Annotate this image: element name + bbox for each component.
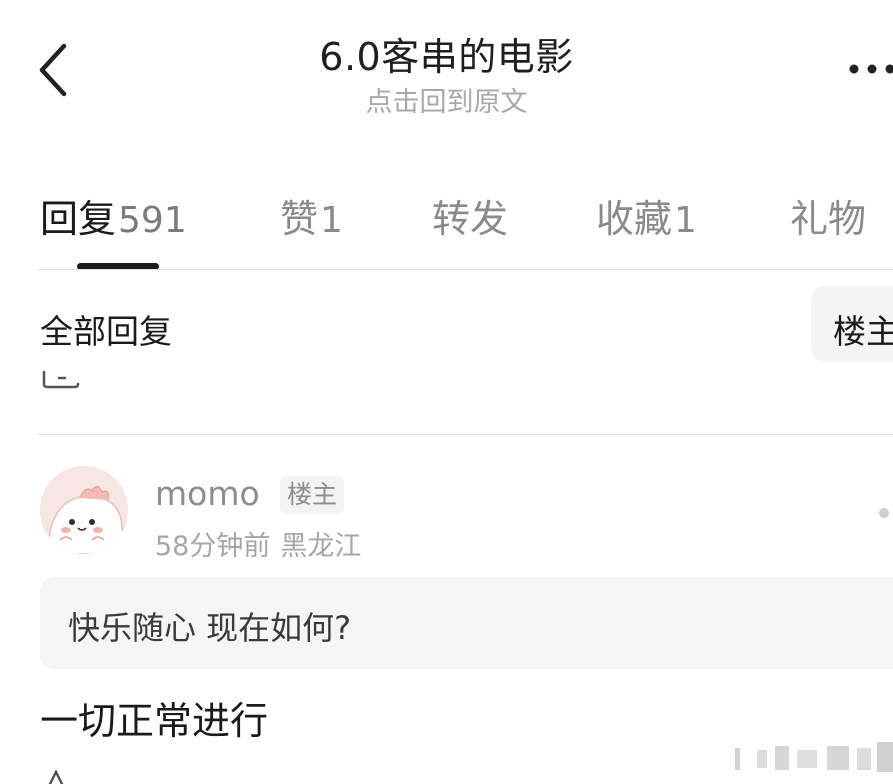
divider bbox=[38, 434, 893, 435]
op-badge: 楼主 bbox=[280, 476, 345, 514]
tab-forward[interactable]: 转发 bbox=[432, 188, 508, 243]
username[interactable]: momo bbox=[155, 474, 260, 513]
tab-likes[interactable]: 赞1 bbox=[280, 188, 343, 243]
comment-meta: 58分钟前 黑龙江 bbox=[155, 524, 361, 563]
tab-forward-label: 转发 bbox=[432, 197, 509, 241]
tab-favorites-label: 收藏 bbox=[596, 197, 673, 241]
back-to-original-link[interactable]: 点击回到原文 bbox=[0, 80, 893, 119]
quoted-reply-text: 快乐随心 现在如何? bbox=[68, 609, 352, 647]
avatar[interactable] bbox=[40, 466, 128, 554]
more-options-icon[interactable] bbox=[840, 54, 893, 84]
watermark-logo bbox=[735, 742, 893, 772]
all-replies-label: 全部回复 bbox=[40, 312, 172, 351]
tab-gifts[interactable]: 礼物 bbox=[790, 188, 866, 243]
tab-likes-count: 1 bbox=[320, 200, 343, 241]
divider bbox=[38, 269, 893, 270]
partially-hidden-icon bbox=[48, 770, 64, 784]
tab-replies[interactable]: 回复591 bbox=[40, 188, 187, 243]
cartoon-avatar-icon bbox=[40, 466, 128, 554]
comment-location: 黑龙江 bbox=[280, 531, 362, 562]
tab-likes-label: 赞 bbox=[280, 197, 319, 241]
tab-gifts-label: 礼物 bbox=[790, 197, 867, 241]
partially-hidden-icon bbox=[42, 370, 80, 389]
page-title: 6.0客串的电影 bbox=[319, 35, 574, 79]
op-only-filter-label: 楼主 bbox=[833, 312, 893, 351]
tab-favorites-count: 1 bbox=[674, 200, 697, 241]
comment-time: 58分钟前 bbox=[155, 531, 271, 562]
reply-text: 一切正常进行 bbox=[40, 699, 269, 743]
comment-more-icon[interactable] bbox=[879, 508, 889, 518]
tab-favorites[interactable]: 收藏1 bbox=[596, 188, 697, 243]
tab-replies-count: 591 bbox=[118, 200, 187, 241]
tab-replies-label: 回复 bbox=[40, 197, 117, 241]
